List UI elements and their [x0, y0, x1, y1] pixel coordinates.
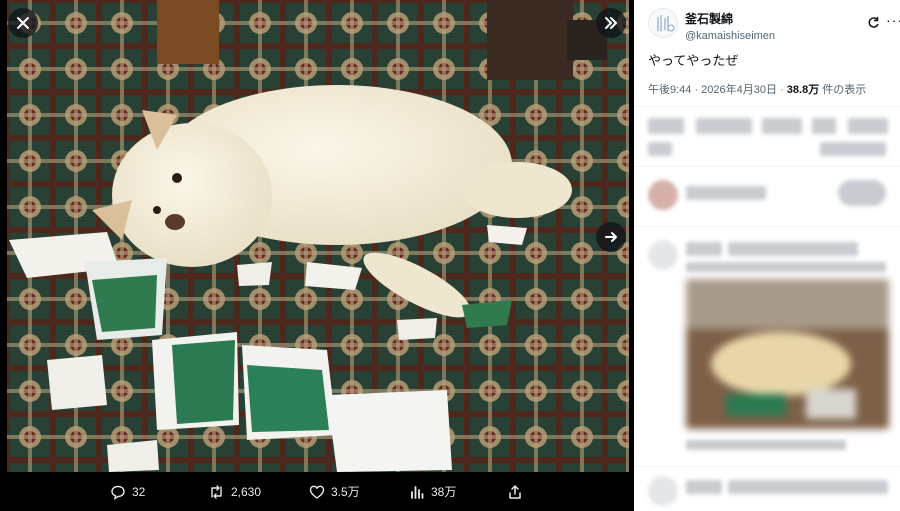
blurred-reply-image — [686, 279, 889, 429]
tweet-view-count: 38.8万 — [786, 84, 820, 96]
grok-button[interactable] — [867, 16, 880, 34]
divider — [634, 466, 900, 467]
reply-icon — [111, 485, 125, 500]
tweet-view-suffix: 件の表示 — [819, 84, 867, 96]
divider — [634, 166, 900, 167]
next-image-button[interactable] — [596, 222, 626, 252]
display-name[interactable]: 釜石製綿 — [685, 10, 775, 27]
close-button[interactable] — [8, 8, 38, 38]
like-button[interactable]: 3.5万 — [309, 472, 360, 511]
tweet-header: 釜石製綿 @kamaishiseimen ··· — [648, 8, 900, 42]
repost-count: 2,630 — [231, 484, 262, 499]
share-icon — [509, 484, 521, 499]
user-handle[interactable]: @kamaishiseimen — [685, 30, 775, 42]
tweet-meta: 午後9:44 · 2026年4月30日 · 38.8万 件の表示 — [648, 81, 866, 97]
arrow-right-icon — [605, 232, 617, 242]
dog-on-carpet-photo — [7, 0, 629, 472]
like-count: 3.5万 — [331, 485, 360, 499]
media-viewer-screen: 32 2,630 3.5万 38万 釜石製綿 @kamaishiseimen ·… — [0, 0, 900, 511]
divider — [634, 226, 900, 227]
avatar[interactable] — [648, 8, 678, 38]
tweet-detail-panel: 釜石製綿 @kamaishiseimen ··· やってやったぜ 午後9:44 … — [634, 0, 900, 511]
media-viewer: 32 2,630 3.5万 38万 — [0, 0, 634, 511]
tweet-text: やってやったぜ — [648, 53, 739, 68]
account-info[interactable]: 釜石製綿 @kamaishiseimen — [685, 10, 775, 42]
view-count: 38万 — [431, 485, 457, 499]
close-icon — [17, 17, 29, 29]
tweet-timestamp[interactable]: 午後9:44 · 2026年4月30日 · — [648, 84, 787, 96]
tweet-action-bar: 32 2,630 3.5万 38万 — [0, 472, 634, 511]
reply-button[interactable]: 32 — [110, 472, 145, 511]
heart-icon — [309, 485, 325, 499]
repost-icon — [211, 484, 222, 499]
collapse-panel-button[interactable] — [596, 8, 626, 38]
double-chevron-right-icon — [605, 17, 617, 29]
analytics-icon — [411, 485, 424, 499]
more-icon: ··· — [886, 12, 900, 28]
more-options-button[interactable]: ··· — [886, 12, 900, 28]
reply-count: 32 — [132, 484, 146, 499]
brand-logo-icon — [649, 9, 677, 37]
repost-button[interactable]: 2,630 — [208, 472, 261, 511]
divider — [634, 106, 900, 107]
views-button[interactable]: 38万 — [409, 472, 456, 511]
share-button[interactable] — [507, 472, 523, 511]
tweet-photo[interactable] — [7, 0, 629, 472]
grok-icon — [868, 16, 879, 28]
